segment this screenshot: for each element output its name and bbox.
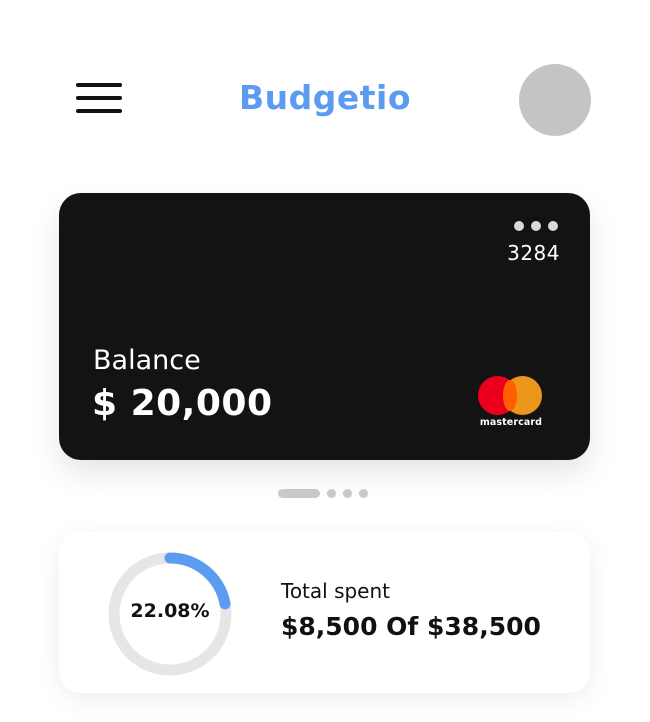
progress-percent: 22.08% bbox=[130, 600, 210, 622]
total-spent-label: Total spent bbox=[281, 579, 391, 603]
total-spent-value: $8,500 Of $38,500 bbox=[281, 612, 541, 641]
avatar[interactable] bbox=[519, 64, 591, 136]
card-number: 3284 bbox=[507, 241, 560, 265]
payment-card[interactable]: 3284 Balance $ 20,000 mastercard bbox=[59, 193, 590, 460]
mastercard-wordmark: mastercard bbox=[479, 417, 543, 428]
spending-summary-card[interactable]: 22.08% Total spent $8,500 Of $38,500 bbox=[59, 532, 590, 693]
more-dots-icon[interactable] bbox=[514, 221, 558, 231]
card-pager bbox=[278, 488, 368, 498]
mastercard-overlap bbox=[503, 380, 517, 411]
mastercard-logo: mastercard bbox=[478, 376, 544, 428]
pager-dot[interactable] bbox=[359, 488, 368, 498]
pager-dot-active[interactable] bbox=[278, 488, 320, 498]
pager-dot[interactable] bbox=[343, 488, 352, 498]
app-screen: Budgetio 3284 Balance $ 20,000 mastercar… bbox=[0, 0, 650, 722]
pager-dot[interactable] bbox=[327, 488, 336, 498]
balance-value: $ 20,000 bbox=[92, 383, 273, 424]
balance-label: Balance bbox=[93, 345, 201, 376]
